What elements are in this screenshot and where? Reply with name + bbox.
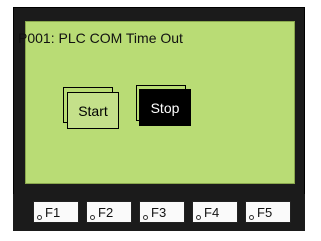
f5-key[interactable]: F5: [245, 201, 291, 223]
start-button-group: Start: [63, 87, 119, 129]
alarm-message: P001: PLC COM Time Out: [18, 30, 183, 46]
stop-button[interactable]: Stop: [139, 89, 191, 126]
f1-led-indicator: [37, 215, 42, 220]
f2-led-indicator: [90, 215, 95, 220]
f3-label: F3: [151, 205, 167, 220]
f5-led-indicator: [249, 215, 254, 220]
function-key-strip: F1 F2 F3 F4 F5: [13, 194, 305, 231]
f4-led-indicator: [196, 215, 201, 220]
f3-key[interactable]: F3: [139, 201, 185, 223]
f4-key[interactable]: F4: [192, 201, 238, 223]
stop-button-group: Stop: [136, 85, 192, 127]
f1-label: F1: [45, 205, 61, 220]
start-button[interactable]: Start: [67, 92, 119, 129]
f3-led-indicator: [143, 215, 148, 220]
f2-key[interactable]: F2: [86, 201, 132, 223]
f2-label: F2: [98, 205, 114, 220]
f4-label: F4: [204, 205, 220, 220]
f5-label: F5: [257, 205, 273, 220]
f1-key[interactable]: F1: [33, 201, 79, 223]
